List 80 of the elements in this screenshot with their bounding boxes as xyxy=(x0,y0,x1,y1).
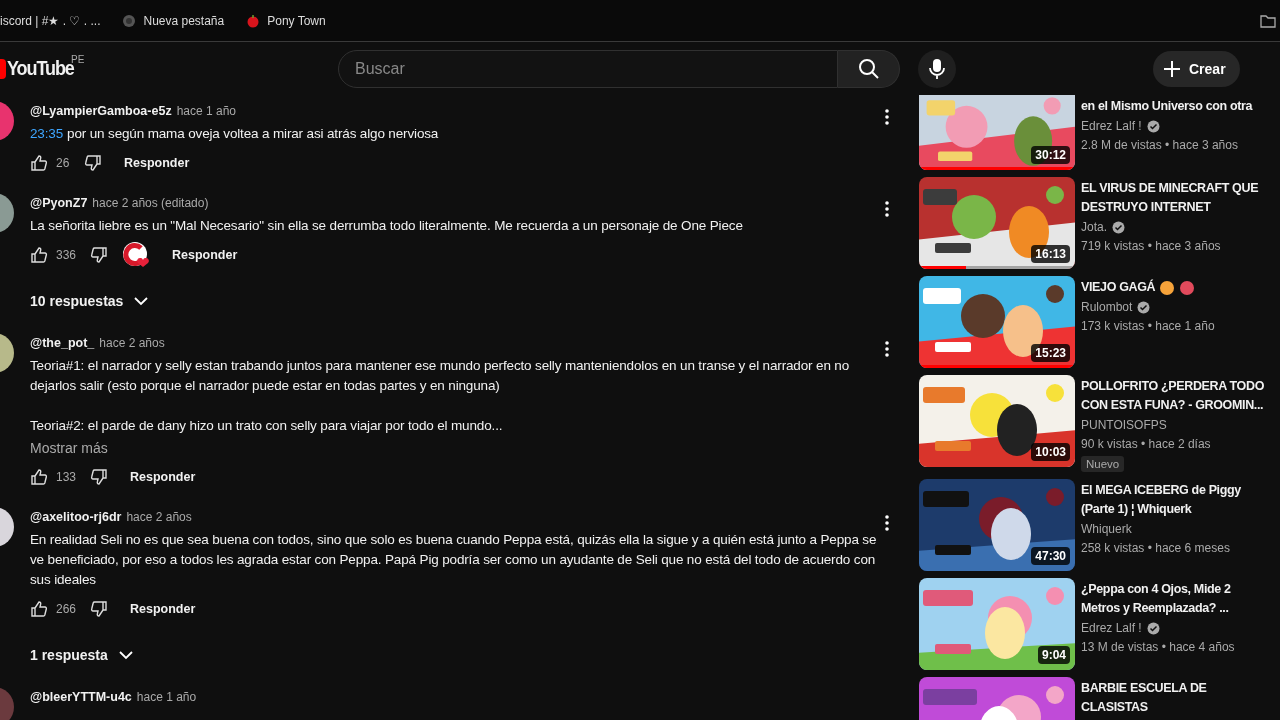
video-title[interactable]: POLLOFRITO ¿PERDERA TODO CON ESTA FUNA? - GROOMIN... xyxy=(1081,377,1265,415)
channel-name[interactable]: PUNTOISOFPS xyxy=(1081,415,1167,435)
chevron-down-icon xyxy=(117,650,134,660)
reply-button[interactable]: Responder xyxy=(124,156,190,170)
thumbs-up-icon[interactable] xyxy=(30,246,48,264)
comment-text: por un según mama oveja voltea a mirar asi atrás algo nerviosa xyxy=(67,126,439,141)
comment-time: hace 2 años (editado) xyxy=(92,196,209,210)
reply-button[interactable]: Responder xyxy=(130,602,196,616)
channel-name[interactable]: Edrez Lalf ! xyxy=(1081,116,1142,136)
video-meta: 2.8 M de vistas • hace 3 años xyxy=(1081,137,1238,154)
comment-time: hace 2 años xyxy=(126,510,192,524)
video-duration: 47:30 xyxy=(1031,547,1070,565)
video-duration: 9:04 xyxy=(1037,646,1070,664)
bookmark[interactable]: Pony Town xyxy=(267,13,326,28)
comment-time: hace 1 año xyxy=(136,690,197,704)
apple-icon xyxy=(246,13,261,28)
comment-author[interactable]: @LyampierGamboa-e5z xyxy=(30,104,172,118)
comment-text: La señorita liebre es un "Mal Necesario" sin ella se derrumba todo literalmente. Me recuerda a un personaje de One Piece xyxy=(30,218,743,233)
comment-time: hace 1 año xyxy=(176,104,237,118)
more-options-icon[interactable] xyxy=(885,201,889,217)
microphone-icon xyxy=(929,57,945,80)
comment-author[interactable]: @bleerYTTM-u4c xyxy=(30,690,132,704)
channel-name[interactable]: Jota. xyxy=(1081,217,1107,237)
bookmark[interactable]: Nueva pestaña xyxy=(143,13,225,28)
thumbs-up-icon[interactable] xyxy=(30,468,48,486)
more-options-icon[interactable] xyxy=(885,109,889,125)
comment-time: hace 2 años xyxy=(99,336,165,350)
timestamp-link[interactable]: 23:35 xyxy=(30,126,64,141)
thumbs-down-icon[interactable] xyxy=(90,246,109,264)
show-more-link[interactable]: Mostrar más xyxy=(30,438,108,458)
bookmark[interactable]: iscord | #★ . ♡ . ... xyxy=(0,13,101,28)
thumbs-down-icon[interactable] xyxy=(90,468,109,486)
video-duration: 10:03 xyxy=(1031,443,1070,461)
video-meta: 90 k vistas • hace 2 días xyxy=(1081,436,1211,453)
video-duration: 16:13 xyxy=(1031,245,1070,263)
thumbs-down-icon[interactable] xyxy=(84,154,102,172)
video-title[interactable]: EL VIRUS DE MINECRAFT QUE DESTRUYO INTERNET xyxy=(1081,179,1259,217)
like-count: 266 xyxy=(56,602,77,616)
microphone-button[interactable] xyxy=(918,49,956,88)
chevron-down-icon xyxy=(133,296,150,306)
video-title[interactable]: VIEJO GAGÁ xyxy=(1081,278,1156,297)
logo-icon[interactable] xyxy=(0,58,6,79)
search-button[interactable] xyxy=(838,49,900,88)
thumbs-up-icon[interactable] xyxy=(30,600,48,618)
more-options-icon[interactable] xyxy=(885,515,889,531)
video-meta: 719 k vistas • hace 3 años xyxy=(1081,238,1221,255)
video-meta: 173 k vistas • hace 1 año xyxy=(1081,318,1215,335)
more-options-icon[interactable] xyxy=(885,341,889,357)
plus-icon xyxy=(1163,59,1181,78)
video-meta: 13 M de vistas • hace 4 años xyxy=(1081,639,1235,656)
reply-button[interactable]: Responder xyxy=(172,248,238,262)
video-title[interactable]: BARBIE ESCUELA DE CLASISTAS xyxy=(1081,679,1207,717)
video-meta: 258 k vistas • hace 6 meses xyxy=(1081,540,1230,557)
video-title[interactable]: ¿Peppa con 4 Ojos, Mide 2 Metros y Reemplazada? ... xyxy=(1081,580,1231,618)
like-count: 336 xyxy=(56,248,77,262)
reply-button[interactable]: Responder xyxy=(130,470,196,484)
globe-icon xyxy=(122,13,137,28)
like-count: 26 xyxy=(56,156,70,170)
channel-name[interactable]: Edrez Lalf ! xyxy=(1081,618,1142,638)
folder-icon[interactable] xyxy=(1260,13,1276,28)
search-icon xyxy=(857,57,880,80)
video-duration: 15:23 xyxy=(1031,344,1070,362)
comment-author[interactable]: @PyonZ7 xyxy=(30,196,88,210)
search-field[interactable]: Buscar xyxy=(338,49,838,88)
thumbs-down-icon[interactable] xyxy=(90,600,109,618)
video-duration: 30:12 xyxy=(1031,146,1070,164)
create-button[interactable]: Crear xyxy=(1153,50,1240,87)
comment-author[interactable]: @the_pot_ xyxy=(30,336,95,350)
channel-name[interactable]: Whiquerk xyxy=(1081,519,1132,539)
video-title[interactable]: en el Mismo Universo con otra xyxy=(1081,97,1253,116)
thumbs-up-icon[interactable] xyxy=(30,154,48,172)
comment-text: En realidad Seli no es que sea buena con todos, sino que solo es buena cuando Peppa está, quizás ella la sigue y a quién está junto a Peppa se ve beneficiado, por eso a todos les agrada estar con Peppa. Papá Pig podría ser como un ayudante de Seli que no está del todo de acuerdo con sus ideales xyxy=(30,532,877,587)
new-badge: Nuevo xyxy=(1081,456,1125,472)
comment-author[interactable]: @axelitoo-rj6dr xyxy=(30,510,122,524)
replies-toggle[interactable]: 1 respuesta xyxy=(30,637,134,673)
channel-name[interactable]: Rulombot xyxy=(1081,297,1133,317)
comment-text: Teoria#1: el narrador y selly estan trabando juntos para mantener ese mundo perfecto selly manteniendolos en un transe y el narrador en no dejarlos salir (esto porque el narrador puede estar en todas partes y en ninguna) Teoria#2: el parde de dany hizo un trato con selly para viajar por todo el mundo... xyxy=(30,358,850,433)
replies-toggle[interactable]: 10 respuestas xyxy=(30,283,150,319)
like-count: 133 xyxy=(56,470,77,484)
video-title[interactable]: El MEGA ICEBERG de Piggy (Parte 1) ¦ Whiquerk xyxy=(1081,481,1241,519)
